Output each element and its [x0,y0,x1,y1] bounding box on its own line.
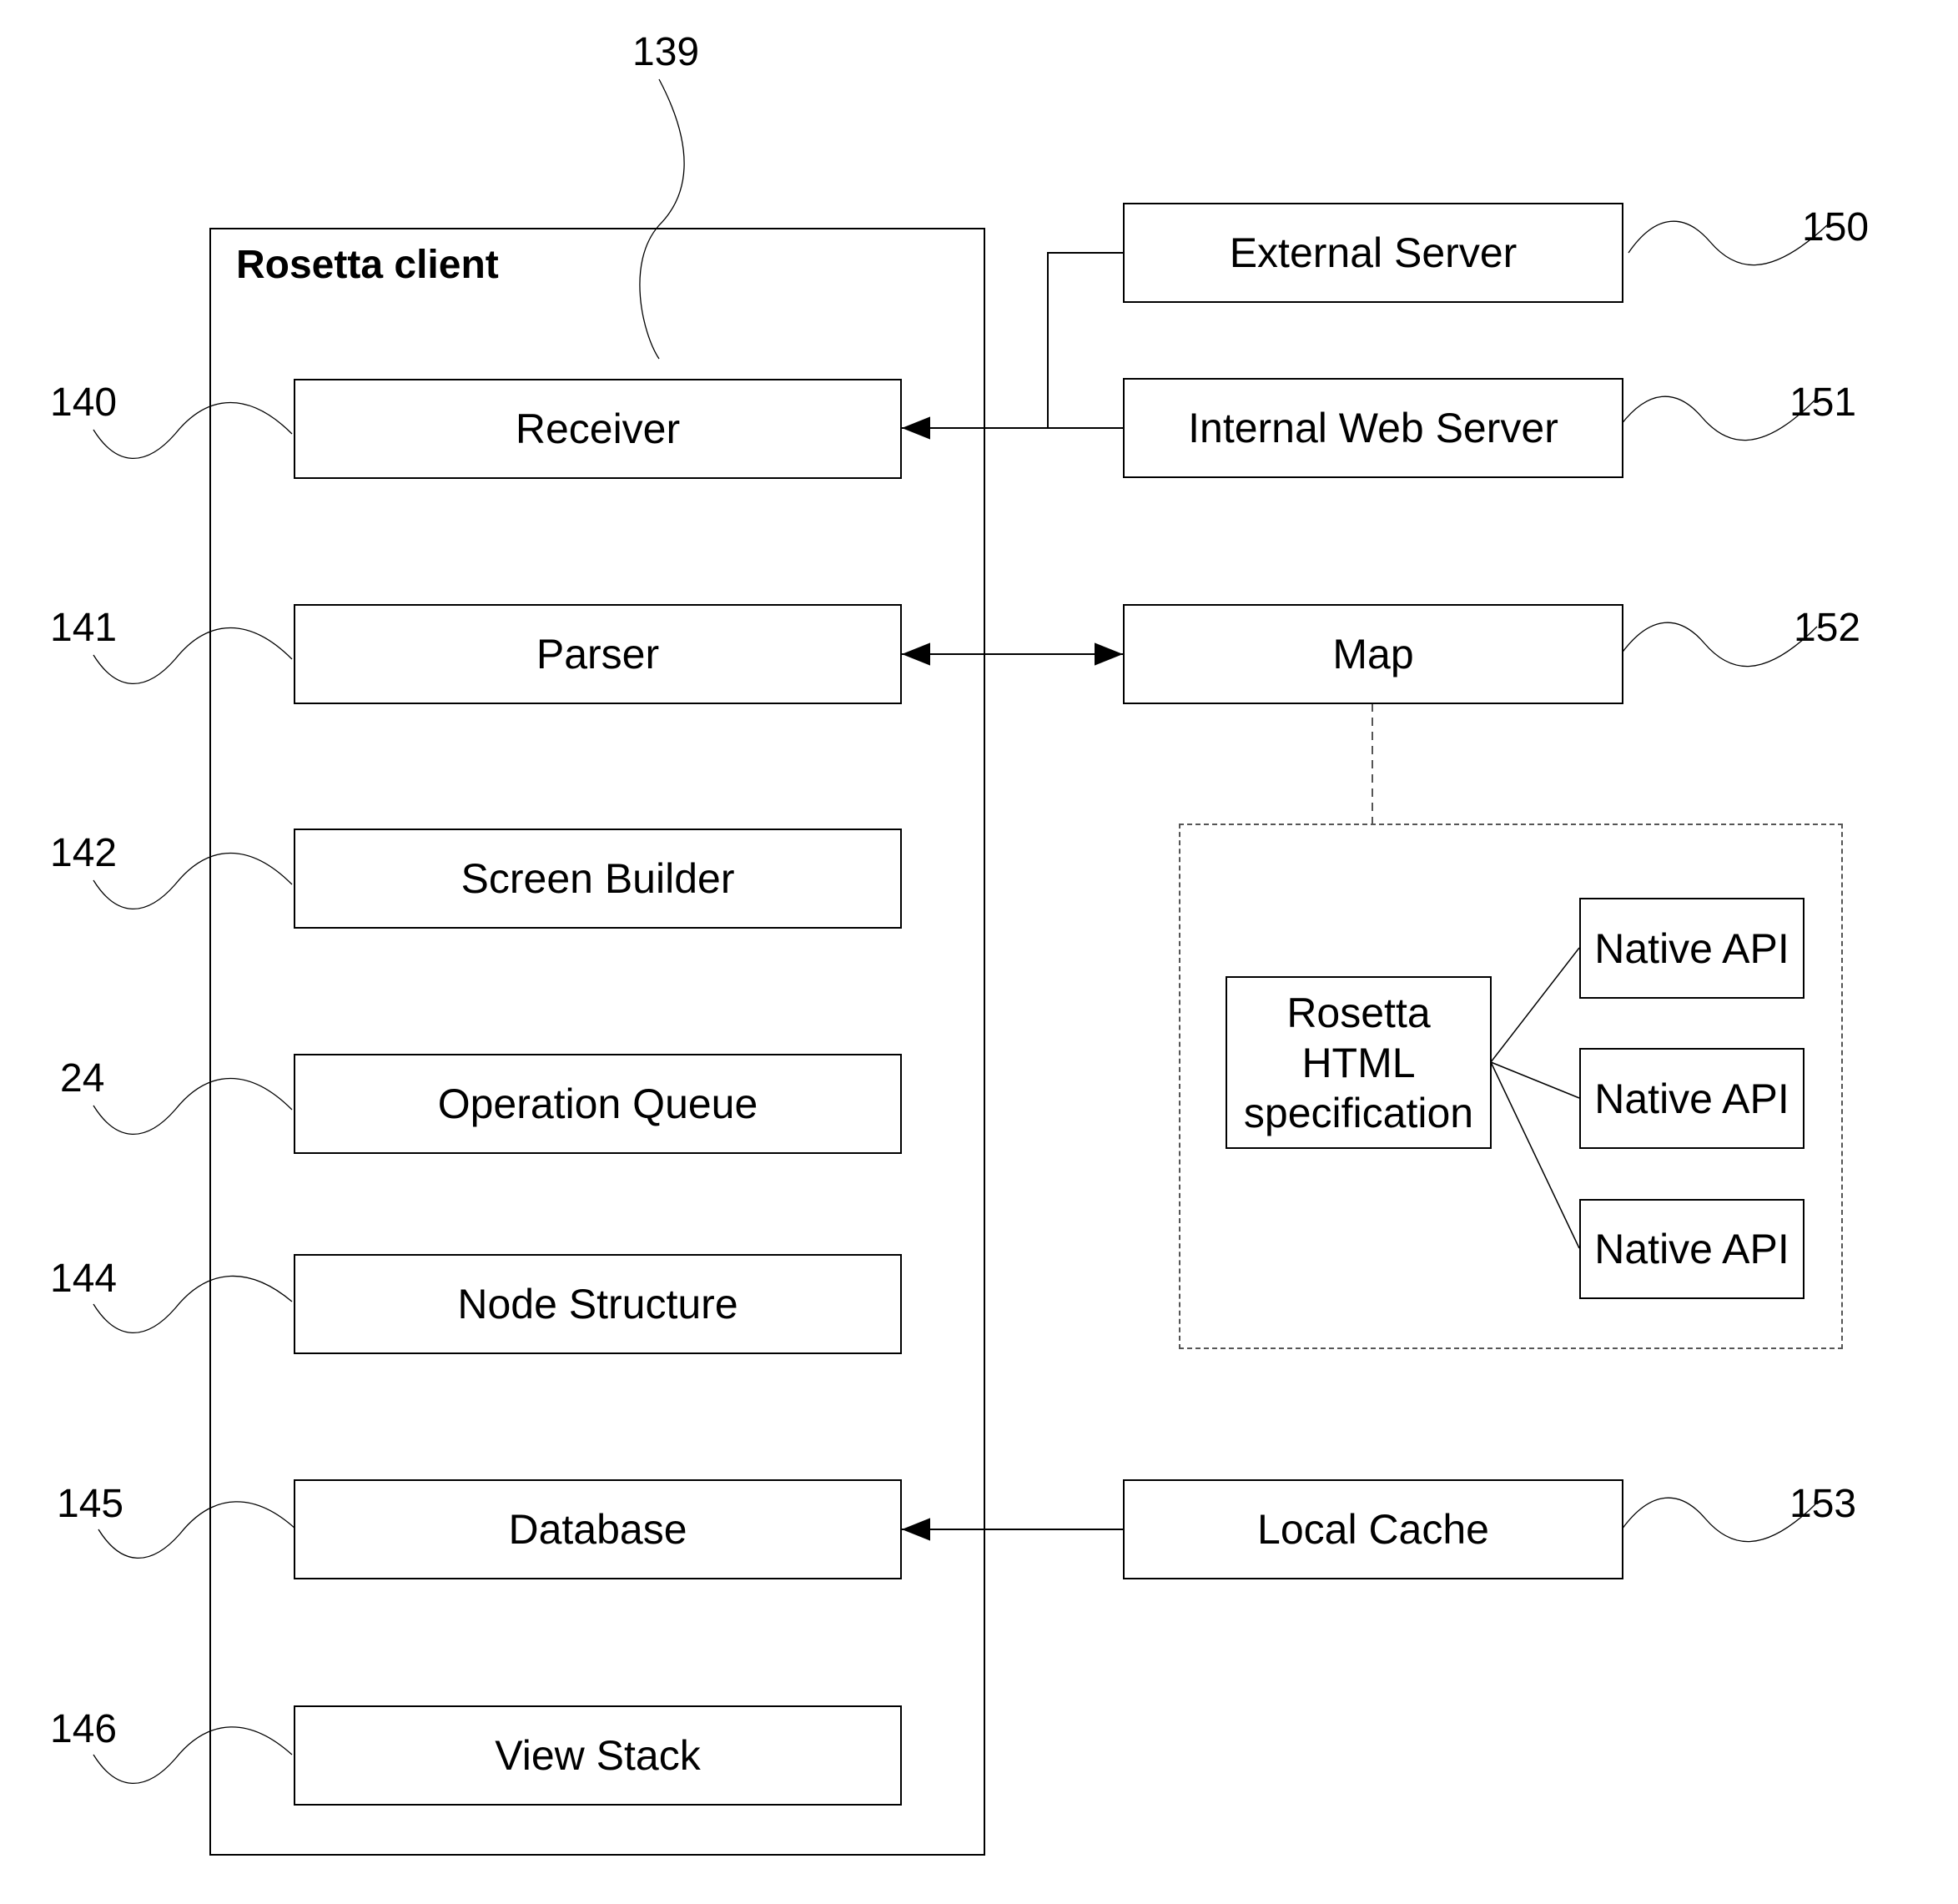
ref-label-146: 146 [50,1707,118,1751]
ref-label-139: 139 [632,30,700,74]
ref-label-145: 145 [57,1482,124,1526]
receiver-box: Receiver [294,379,902,479]
leader-152 [1620,622,1818,667]
ref-label-140: 140 [50,380,118,425]
ref-label-153: 153 [1789,1482,1857,1526]
internal-web-server-box: Internal Web Server [1123,378,1623,478]
external-server-box: External Server [1123,203,1623,303]
ref-label-152: 152 [1794,606,1861,650]
parser-box: Parser [294,604,902,704]
native-api-box-3: Native API [1579,1199,1804,1299]
ref-label-24: 24 [60,1056,105,1101]
native-api-box-1: Native API [1579,898,1804,999]
local-cache-box: Local Cache [1123,1479,1623,1579]
ref-label-144: 144 [50,1257,118,1301]
rosetta-html-spec-box: Rosetta HTML specification [1226,976,1492,1149]
ref-label-142: 142 [50,831,118,875]
map-box: Map [1123,604,1623,704]
leader-151 [1618,395,1815,441]
view-stack-box: View Stack [294,1705,902,1806]
native-api-box-2: Native API [1579,1048,1804,1149]
rosetta-client-title: Rosetta client [236,243,499,287]
leader-153 [1621,1497,1819,1543]
ref-label-151: 151 [1789,380,1857,425]
leader-150 [1628,220,1828,266]
operation-queue-box: Operation Queue [294,1054,902,1154]
database-box: Database [294,1479,902,1579]
screen-builder-box: Screen Builder [294,829,902,929]
ref-label-150: 150 [1802,205,1870,249]
ref-label-141: 141 [50,606,118,650]
node-structure-box: Node Structure [294,1254,902,1354]
